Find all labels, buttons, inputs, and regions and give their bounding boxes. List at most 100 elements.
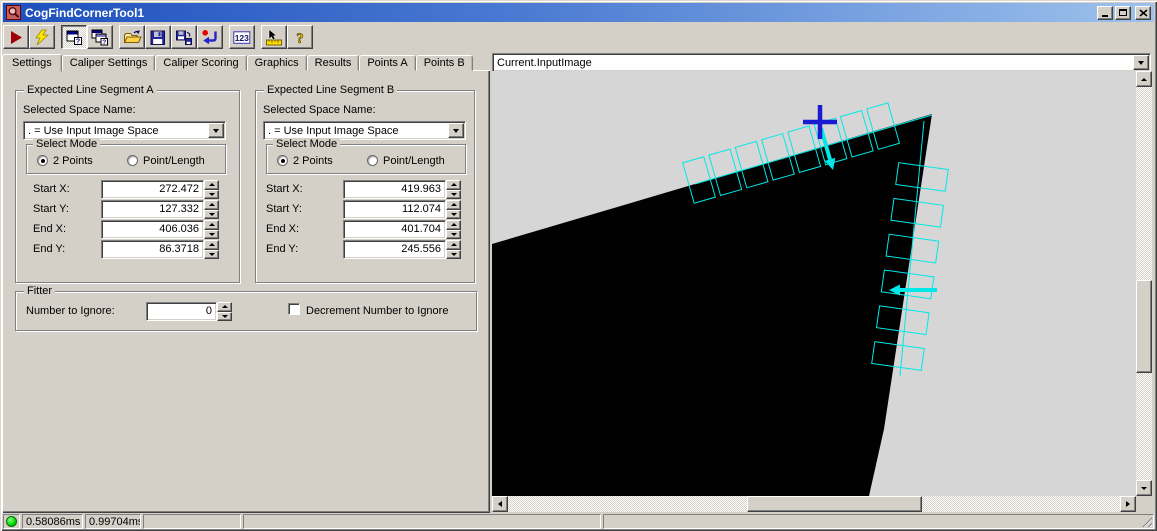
number-to-ignore-spinner[interactable] xyxy=(217,302,232,321)
start-y-spinner-b[interactable] xyxy=(446,200,461,219)
start-x-spinner-a[interactable] xyxy=(204,180,219,199)
radio-2-points-a[interactable] xyxy=(37,155,48,166)
spin-up-button[interactable] xyxy=(204,180,219,190)
end-x-input-a[interactable]: 406.036 xyxy=(101,220,204,239)
spin-down-button[interactable] xyxy=(446,230,461,240)
spin-up-button[interactable] xyxy=(204,200,219,210)
select-mode-group-b: Select Mode 2 Points Point/Length xyxy=(266,144,466,174)
end-x-label-a: End X: xyxy=(33,223,66,235)
radio-point-length-a[interactable] xyxy=(127,155,138,166)
tab-points-a[interactable]: Points A xyxy=(359,55,415,71)
chevron-down-icon xyxy=(1138,61,1144,65)
status-green-indicator-icon xyxy=(6,516,17,527)
horizontal-scroll-thumb[interactable] xyxy=(747,496,922,512)
horizontal-scroll-track[interactable] xyxy=(508,496,1120,512)
space-name-label-a: Selected Space Name: xyxy=(23,104,136,116)
save-record-button[interactable] xyxy=(171,25,197,49)
start-x-spinner-b[interactable] xyxy=(446,180,461,199)
radio-point-length-label-a: Point/Length xyxy=(143,155,205,167)
end-x-spinner-b[interactable] xyxy=(446,220,461,239)
scroll-down-icon xyxy=(1141,487,1147,490)
close-button[interactable] xyxy=(1135,6,1151,20)
spin-up-button[interactable] xyxy=(204,240,219,250)
combo-dropdown-button[interactable] xyxy=(448,123,464,138)
fitter-title: Fitter xyxy=(24,285,55,298)
tab-caliper-scoring[interactable]: Caliper Scoring xyxy=(155,55,246,71)
last-run-record-button[interactable]: ? xyxy=(87,25,113,49)
current-record-button[interactable]: ? xyxy=(61,25,87,49)
graphics-interaction-button[interactable] xyxy=(261,25,287,49)
run-button[interactable] xyxy=(3,25,29,49)
tab-caliper-settings[interactable]: Caliper Settings xyxy=(62,55,156,71)
spin-up-button[interactable] xyxy=(446,240,461,250)
electric-run-icon xyxy=(33,29,51,46)
start-x-input-b[interactable]: 419.963 xyxy=(343,180,446,199)
spin-up-button[interactable] xyxy=(446,180,461,190)
spin-down-icon xyxy=(451,213,457,216)
spin-down-button[interactable] xyxy=(204,190,219,200)
scroll-up-button[interactable] xyxy=(1136,71,1152,87)
scroll-left-button[interactable] xyxy=(492,496,508,512)
start-y-spinner-a[interactable] xyxy=(204,200,219,219)
scroll-up-icon xyxy=(1141,78,1147,81)
end-y-spinner-a[interactable] xyxy=(204,240,219,259)
spin-up-button[interactable] xyxy=(217,302,232,312)
vertical-scroll-thumb[interactable] xyxy=(1136,280,1152,373)
tab-points-b[interactable]: Points B xyxy=(416,55,473,71)
spin-up-button[interactable] xyxy=(204,220,219,230)
combo-dropdown-button[interactable] xyxy=(208,123,224,138)
vertical-scroll-track[interactable] xyxy=(1136,87,1152,480)
end-y-label-a: End Y: xyxy=(33,243,65,255)
vertical-scrollbar[interactable] xyxy=(1136,71,1152,496)
radio-point-length-b[interactable] xyxy=(367,155,378,166)
number-to-ignore-input[interactable]: 0 xyxy=(146,302,217,321)
scroll-left-icon xyxy=(498,501,502,507)
spin-down-button[interactable] xyxy=(204,230,219,240)
numeric-results-button[interactable]: 123 xyxy=(229,25,255,49)
tab-results[interactable]: Results xyxy=(307,55,360,71)
end-y-input-b[interactable]: 245.556 xyxy=(343,240,446,259)
spin-down-button[interactable] xyxy=(204,250,219,260)
minimize-button[interactable] xyxy=(1097,6,1113,20)
space-name-label-b: Selected Space Name: xyxy=(263,104,376,116)
start-x-input-a[interactable]: 272.472 xyxy=(101,180,204,199)
image-source-value: Current.InputImage xyxy=(493,56,1133,69)
spin-up-icon xyxy=(209,203,215,206)
tab-settings[interactable]: Settings xyxy=(2,54,62,72)
spin-down-button[interactable] xyxy=(204,210,219,220)
end-x-spinner-a[interactable] xyxy=(204,220,219,239)
radio-2-points-b[interactable] xyxy=(277,155,288,166)
open-button[interactable] xyxy=(119,25,145,49)
svg-text:?: ? xyxy=(76,38,80,45)
resize-grip[interactable] xyxy=(1140,515,1152,527)
horizontal-scrollbar[interactable] xyxy=(492,496,1136,512)
combo-dropdown-button[interactable] xyxy=(1133,55,1149,70)
start-y-input-b[interactable]: 112.074 xyxy=(343,200,446,219)
image-source-combo[interactable]: Current.InputImage xyxy=(492,53,1151,72)
spin-down-button[interactable] xyxy=(446,250,461,260)
select-mode-title-b: Select Mode xyxy=(273,138,340,151)
spin-down-button[interactable] xyxy=(217,312,232,322)
maximize-button[interactable] xyxy=(1115,6,1131,20)
scroll-right-button[interactable] xyxy=(1120,496,1136,512)
end-y-input-a[interactable]: 86.3718 xyxy=(101,240,204,259)
end-y-spinner-b[interactable] xyxy=(446,240,461,259)
save-button[interactable] xyxy=(145,25,171,49)
spin-up-button[interactable] xyxy=(446,200,461,210)
spin-up-button[interactable] xyxy=(446,220,461,230)
tab-graphics[interactable]: Graphics xyxy=(247,55,307,71)
scroll-down-button[interactable] xyxy=(1136,480,1152,496)
spin-down-icon xyxy=(209,193,215,196)
spin-down-button[interactable] xyxy=(446,190,461,200)
tab-label: Caliper Scoring xyxy=(163,57,238,69)
spin-up-icon xyxy=(451,243,457,246)
image-display[interactable] xyxy=(492,71,1136,496)
reset-icon xyxy=(201,29,219,46)
reset-button[interactable] xyxy=(197,25,223,49)
decrement-checkbox[interactable] xyxy=(288,303,300,315)
electric-run-button[interactable] xyxy=(29,25,55,49)
start-y-input-a[interactable]: 127.332 xyxy=(101,200,204,219)
spin-down-button[interactable] xyxy=(446,210,461,220)
end-x-input-b[interactable]: 401.704 xyxy=(343,220,446,239)
help-button[interactable]: ? xyxy=(287,25,313,49)
